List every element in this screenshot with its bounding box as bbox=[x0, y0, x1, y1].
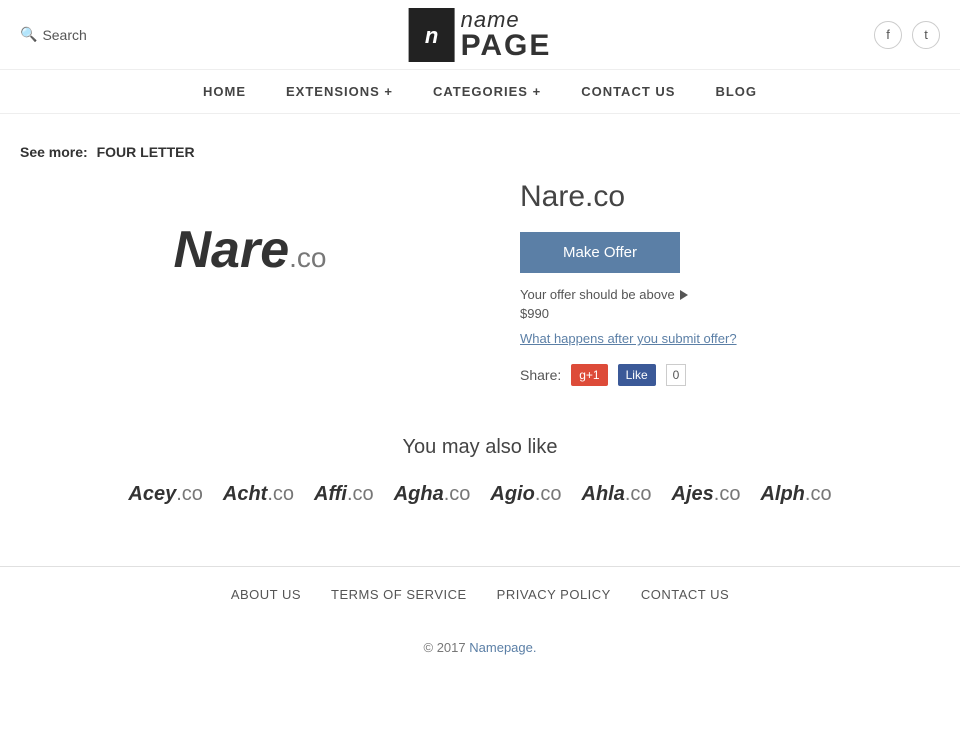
like-count: 0 bbox=[666, 364, 687, 386]
see-more-label: See more: bbox=[20, 144, 88, 160]
domain-name-large: Nare bbox=[174, 221, 290, 279]
footer-nav: ABOUT US TERMS OF SERVICE PRIVACY POLICY CO… bbox=[0, 566, 960, 622]
logo-name-text: name bbox=[461, 9, 552, 31]
nav-home[interactable]: HOME bbox=[203, 84, 246, 99]
domain-card[interactable]: Alph.co bbox=[760, 483, 831, 506]
product-area: Nare.co Nare.co Make Offer Your offer sh… bbox=[20, 180, 940, 386]
header: 🔍 Search n name PAGE f t bbox=[0, 0, 960, 70]
logo[interactable]: n name PAGE bbox=[409, 8, 552, 62]
nav-categories[interactable]: CATEGORIES + bbox=[433, 84, 541, 99]
main-nav: HOME EXTENSIONS + CATEGORIES + CONTACT U… bbox=[0, 70, 960, 114]
footer-nav-terms[interactable]: TERMS OF SERVICE bbox=[331, 587, 467, 602]
make-offer-button[interactable]: Make Offer bbox=[520, 232, 680, 273]
nav-extensions[interactable]: EXTENSIONS + bbox=[286, 84, 393, 99]
offer-amount: $990 bbox=[520, 306, 940, 321]
domain-grid: Acey.co Acht.co Affi.co Agha.co Agio.co Ahla.… bbox=[20, 483, 940, 506]
copyright-year: © 2017 bbox=[424, 640, 466, 655]
domain-title: Nare.co bbox=[520, 180, 940, 214]
domain-card[interactable]: Acht.co bbox=[223, 483, 294, 506]
domain-ext-large: .co bbox=[289, 242, 326, 273]
logo-page-text: PAGE bbox=[461, 31, 552, 61]
domain-card[interactable]: Acey.co bbox=[128, 483, 203, 506]
also-like-section: You may also like Acey.coAcht.coAffi.coA… bbox=[20, 436, 940, 506]
facebook-icon[interactable]: f bbox=[874, 21, 902, 49]
offer-hint: Your offer should be above bbox=[520, 287, 940, 302]
svg-text:n: n bbox=[425, 23, 438, 48]
share-label: Share: bbox=[520, 367, 561, 383]
search-label[interactable]: Search bbox=[42, 27, 86, 43]
main-content: See more: FOUR LETTER Nare.co Nare.co Ma… bbox=[0, 114, 960, 566]
logo-text: name PAGE bbox=[455, 9, 552, 61]
nav-blog[interactable]: BLOG bbox=[715, 84, 757, 99]
facebook-like-button[interactable]: Like bbox=[618, 364, 656, 386]
see-more-link[interactable]: FOUR LETTER bbox=[97, 144, 195, 160]
domain-card[interactable]: Agha.co bbox=[394, 483, 471, 506]
twitter-icon[interactable]: t bbox=[912, 21, 940, 49]
google-plus-button[interactable]: g+1 bbox=[571, 364, 607, 386]
search-icon: 🔍 bbox=[20, 26, 37, 43]
what-happens-link[interactable]: What happens after you submit offer? bbox=[520, 331, 940, 346]
copyright-brand[interactable]: Namepage. bbox=[469, 640, 536, 655]
product-info: Nare.co Make Offer Your offer should be … bbox=[520, 180, 940, 386]
domain-logo-display: Nare.co bbox=[20, 180, 480, 320]
footer-copy: © 2017 Namepage. bbox=[0, 622, 960, 673]
footer-nav-contact[interactable]: CONTACT US bbox=[641, 587, 729, 602]
footer-nav-about[interactable]: ABOUT US bbox=[231, 587, 301, 602]
social-icons: f t bbox=[874, 21, 940, 49]
domain-card[interactable]: Affi.co bbox=[314, 483, 374, 506]
domain-card[interactable]: Agio.co bbox=[490, 483, 561, 506]
search-area[interactable]: 🔍 Search bbox=[20, 26, 87, 43]
domain-card[interactable]: Ahla.co bbox=[582, 483, 652, 506]
domain-card[interactable]: Ajes.co bbox=[672, 483, 741, 506]
nav-contact[interactable]: CONTACT US bbox=[581, 84, 675, 99]
logo-icon: n bbox=[409, 8, 455, 62]
share-row: Share: g+1 Like 0 bbox=[520, 364, 940, 386]
breadcrumb: See more: FOUR LETTER bbox=[20, 144, 940, 160]
arrow-icon bbox=[680, 290, 688, 300]
also-like-title: You may also like bbox=[20, 436, 940, 459]
footer-nav-privacy[interactable]: PRIVACY POLICY bbox=[497, 587, 611, 602]
